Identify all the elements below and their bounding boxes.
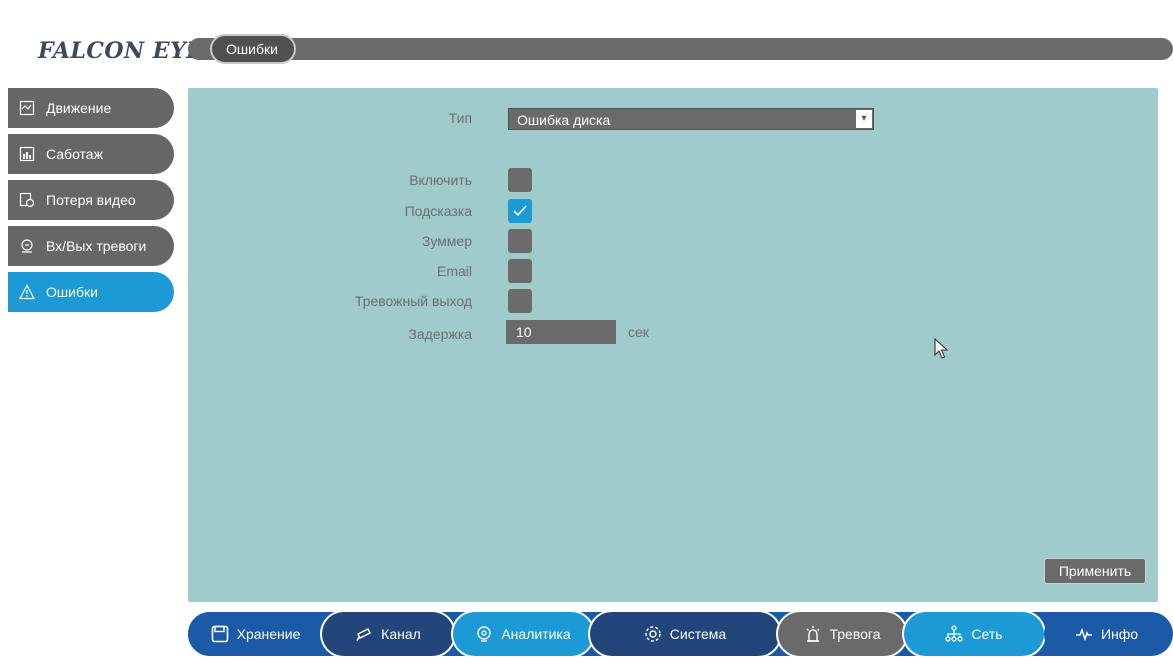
type-select[interactable]: Ошибка диска ▾: [508, 108, 874, 130]
sidebar-item-label: Ошибки: [46, 284, 98, 300]
nav-label: Инфо: [1100, 626, 1139, 642]
alarm-out-checkbox[interactable]: [508, 289, 532, 313]
sidebar: Движение Саботаж Потеря видео Вх/Вых тре…: [8, 88, 174, 318]
warning-icon: [18, 283, 36, 301]
apply-button[interactable]: Применить: [1044, 558, 1146, 584]
sidebar-item-alarm-io[interactable]: Вх/Вых тревоги: [8, 226, 174, 266]
nav-system[interactable]: Система: [590, 612, 780, 656]
settings-panel: Тип Ошибка диска ▾ Включить Подсказка Зу…: [188, 88, 1158, 602]
tamper-icon: [18, 145, 36, 163]
nav-label: Сеть: [971, 626, 1003, 642]
bottom-nav: Хранение Канал Аналитика Система Тревога…: [188, 612, 1173, 656]
alarm-icon: [806, 626, 819, 642]
mouse-cursor-icon: [934, 338, 949, 359]
sidebar-item-label: Вх/Вых тревоги: [46, 238, 147, 254]
save-icon: [211, 625, 228, 643]
title-bar: [188, 38, 1173, 60]
analytics-icon: [477, 626, 492, 642]
email-checkbox[interactable]: [508, 259, 532, 283]
camera-icon: [356, 628, 372, 642]
delay-input[interactable]: 10: [506, 320, 616, 344]
enable-label: Включить: [409, 172, 472, 188]
sidebar-item-label: Саботаж: [46, 146, 103, 162]
sidebar-item-label: Движение: [46, 100, 112, 116]
nav-storage[interactable]: Хранение: [188, 612, 323, 656]
nav-info[interactable]: Инфо: [1044, 612, 1169, 656]
delay-label: Задержка: [408, 326, 472, 342]
gear-icon: [645, 626, 661, 642]
sidebar-item-motion[interactable]: Движение: [8, 88, 174, 128]
email-label: Email: [436, 263, 472, 279]
sidebar-item-tamper[interactable]: Саботаж: [8, 134, 174, 174]
tab-errors[interactable]: Ошибки: [212, 36, 294, 62]
type-select-value: Ошибка диска: [517, 112, 611, 128]
buzzer-label: Зуммер: [421, 233, 472, 249]
nav-label: Канал: [381, 626, 421, 642]
delay-unit: сек: [628, 324, 649, 340]
motion-icon: [18, 99, 36, 117]
nav-channel[interactable]: Канал: [322, 612, 454, 656]
nav-alarm[interactable]: Тревога: [778, 612, 906, 656]
nav-label: Аналитика: [501, 626, 571, 642]
alarm-out-label: Тревожный выход: [354, 293, 472, 309]
checkmark-icon: [513, 205, 527, 217]
hint-checkbox[interactable]: [508, 199, 532, 223]
nav-label: Хранение: [236, 626, 301, 642]
nav-analytics[interactable]: Аналитика: [453, 612, 593, 656]
hint-label: Подсказка: [404, 203, 472, 219]
falcon-eye-logo: FALCON EYE: [38, 38, 204, 64]
chevron-down-icon[interactable]: ▾: [856, 110, 872, 128]
sidebar-item-label: Потеря видео: [46, 192, 136, 208]
nav-label: Тревога: [829, 626, 881, 642]
buzzer-checkbox[interactable]: [508, 229, 532, 253]
nav-network[interactable]: Сеть: [904, 612, 1044, 656]
sidebar-item-errors[interactable]: Ошибки: [8, 272, 174, 312]
video-loss-icon: [18, 191, 36, 209]
type-label: Тип: [448, 110, 472, 126]
alarm-io-icon: [18, 237, 36, 255]
sidebar-item-video-loss[interactable]: Потеря видео: [8, 180, 174, 220]
nav-label: Система: [669, 626, 727, 642]
pulse-icon: [1075, 627, 1092, 642]
network-icon: [945, 625, 964, 642]
enable-checkbox[interactable]: [508, 168, 532, 192]
